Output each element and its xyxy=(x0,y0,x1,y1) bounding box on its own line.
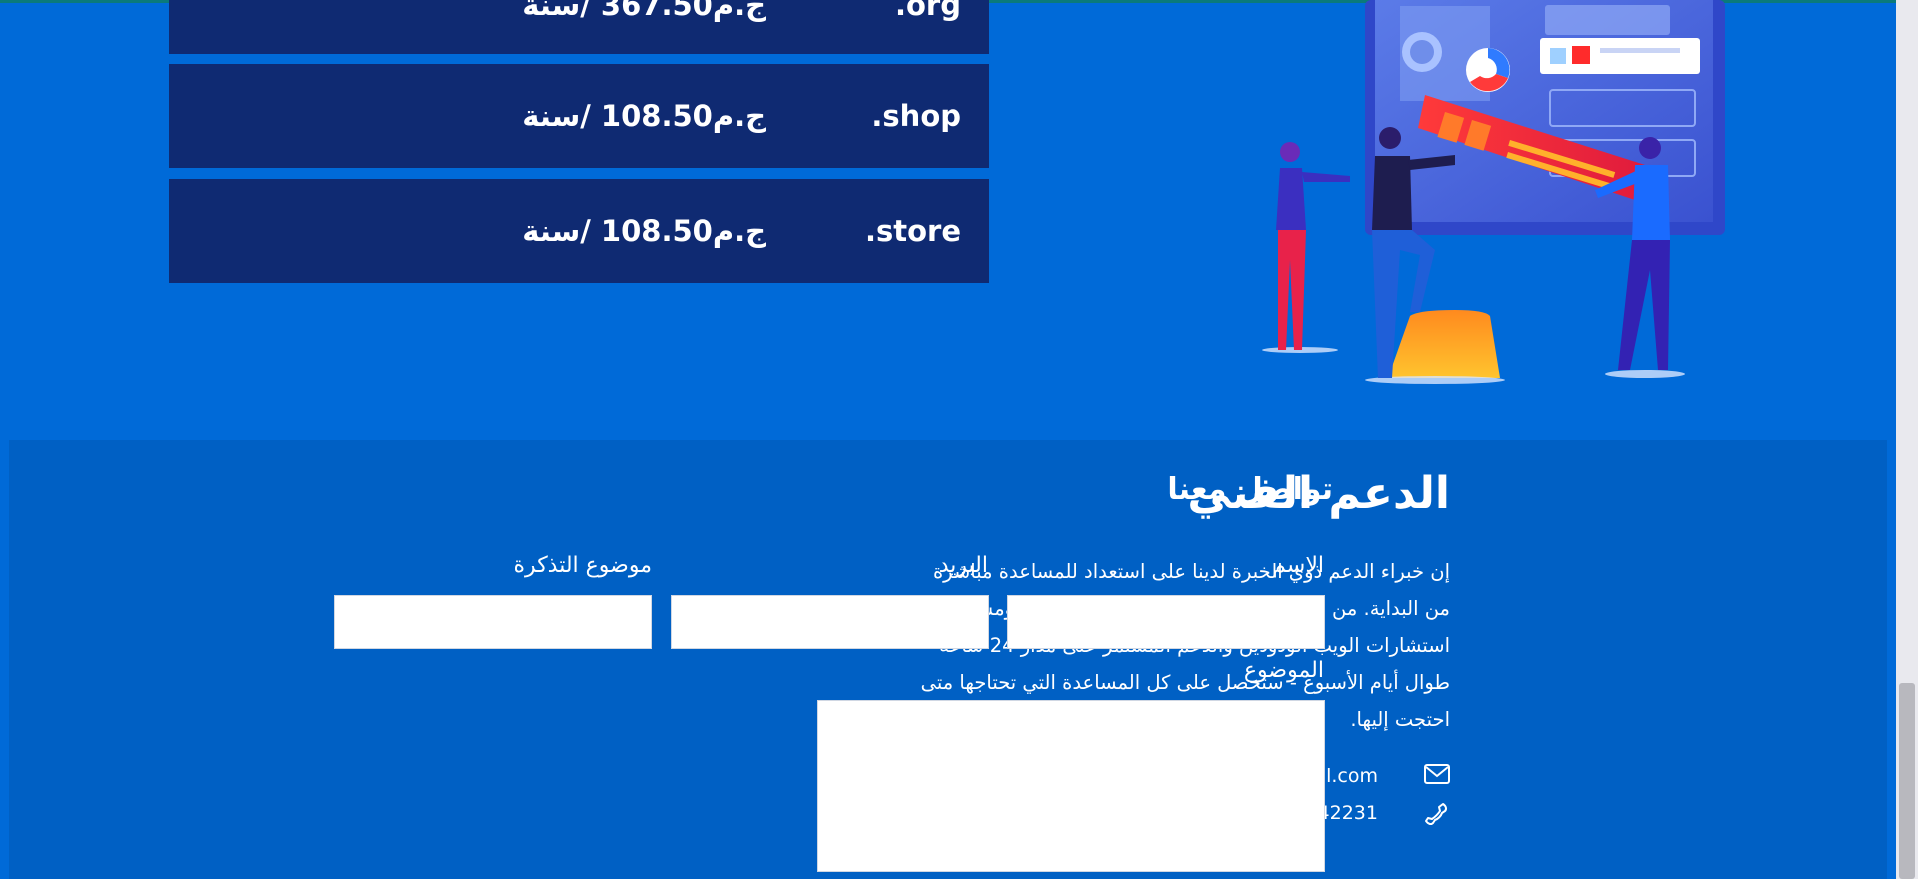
phone-icon xyxy=(1425,803,1448,826)
subject-textarea[interactable] xyxy=(817,700,1325,872)
team-dashboard-illustration xyxy=(1262,0,1725,384)
domain-price-row[interactable]: .org ج.م367.50 /سنة xyxy=(169,0,989,54)
domain-price-row[interactable]: .store ج.م108.50 /سنة xyxy=(169,179,989,283)
page-scrollbar[interactable] xyxy=(1896,0,1918,879)
email-input[interactable] xyxy=(671,595,989,649)
contact-title: تواصل معنا xyxy=(1167,472,1333,507)
envelope-icon xyxy=(1424,764,1450,784)
name-label: الاسم xyxy=(1272,553,1324,578)
domain-extension: .org xyxy=(894,0,961,22)
domain-extension: .shop xyxy=(871,99,961,133)
ticket-subject-input[interactable] xyxy=(334,595,652,649)
scrollbar-thumb[interactable] xyxy=(1899,683,1915,879)
ticket-subject-label: موضوع التذكرة xyxy=(513,553,652,578)
subject-label: الموضوع xyxy=(1243,658,1324,683)
name-input[interactable] xyxy=(1007,595,1325,649)
domain-extension: .store xyxy=(864,214,961,248)
email-label: البريد xyxy=(938,553,988,578)
domain-price: ج.م108.50 /سنة xyxy=(522,214,766,248)
domain-price-row[interactable]: .shop ج.م108.50 /سنة xyxy=(169,64,989,168)
domain-price: ج.م108.50 /سنة xyxy=(522,99,766,133)
domain-price: ج.م367.50 /سنة xyxy=(522,0,766,22)
